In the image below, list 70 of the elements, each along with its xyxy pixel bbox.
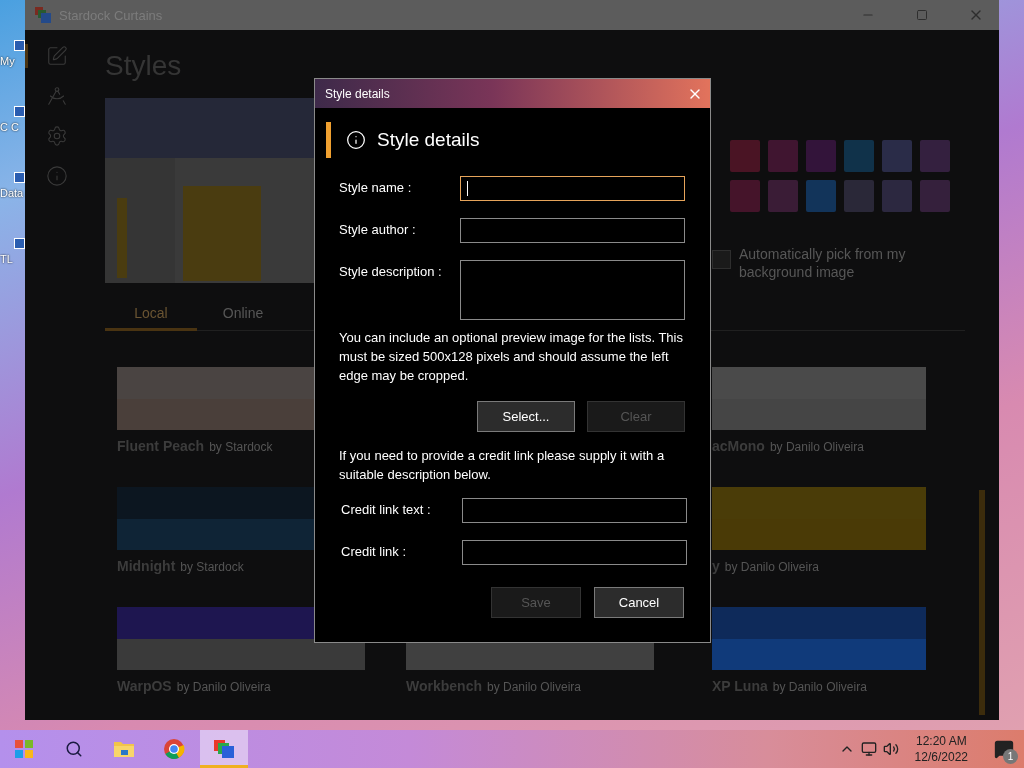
dialog-heading: Style details: [377, 129, 480, 151]
maximize-icon[interactable]: [916, 9, 928, 21]
field-label: Style description :: [339, 263, 443, 281]
folder-icon: [113, 739, 135, 759]
shortcut-icon[interactable]: [14, 106, 25, 117]
style-author: by Danilo Oliveira: [769, 440, 864, 454]
search-icon: [65, 740, 83, 758]
field-label: Credit link text :: [341, 501, 432, 519]
style-author: by Danilo Oliveira: [176, 680, 271, 694]
tab[interactable]: Local: [105, 297, 197, 331]
input-field[interactable]: [462, 498, 687, 523]
style-preview[interactable]: [712, 367, 926, 430]
drafting-compass-icon: [45, 85, 68, 107]
color-swatch[interactable]: [730, 140, 760, 172]
style-preview[interactable]: [712, 607, 926, 670]
scrollbar-thumb[interactable]: [979, 490, 985, 715]
notification-button[interactable]: 1: [984, 730, 1024, 768]
color-swatch[interactable]: [768, 140, 798, 172]
input-field[interactable]: [460, 218, 685, 243]
style-author: by Danilo Oliveira: [772, 680, 867, 694]
clock[interactable]: 12:20 AM 12/6/2022: [904, 733, 978, 765]
field-label: Style author :: [339, 221, 417, 239]
style-author: by Danilo Oliveira: [487, 680, 582, 694]
color-swatch[interactable]: [806, 140, 836, 172]
shortcut-icon[interactable]: [14, 238, 25, 249]
info-icon: [45, 165, 68, 187]
color-swatch[interactable]: [730, 180, 760, 212]
volume-icon[interactable]: [882, 741, 899, 757]
style-author: by Stardock: [209, 440, 273, 454]
dialog-button[interactable]: Select...: [477, 401, 575, 432]
color-swatch[interactable]: [844, 140, 874, 172]
style-author: by Danilo Oliveira: [724, 560, 819, 574]
stacked-windows-icon: [35, 7, 51, 23]
accent-bar: [326, 122, 331, 158]
field-label: Style name :: [339, 179, 413, 197]
color-swatch[interactable]: [920, 140, 950, 172]
browser-icon: [163, 738, 185, 760]
color-swatch[interactable]: [844, 180, 874, 212]
input-field[interactable]: [460, 176, 685, 201]
color-swatch[interactable]: [806, 180, 836, 212]
desktop-icon-label[interactable]: Data: [0, 186, 25, 200]
network-icon[interactable]: [860, 741, 877, 757]
input-field[interactable]: [462, 540, 687, 565]
info-icon: [346, 130, 366, 150]
dialog-button[interactable]: Cancel: [594, 587, 684, 618]
settings-icon: [45, 125, 68, 147]
style-preview[interactable]: [712, 487, 926, 550]
color-swatch[interactable]: [882, 180, 912, 212]
checkbox-label: Automatically pick from my background image: [739, 245, 907, 281]
pen-square-icon: [45, 45, 68, 67]
tab[interactable]: Online: [197, 297, 289, 331]
desktop-icon-label[interactable]: My: [0, 54, 25, 68]
taskbar-button[interactable]: [200, 730, 248, 768]
color-swatch[interactable]: [920, 180, 950, 212]
style-author: by Stardock: [180, 560, 244, 574]
shortcut-icon[interactable]: [14, 40, 25, 51]
checkbox[interactable]: [712, 250, 731, 269]
dialog-title: Style details: [325, 86, 391, 101]
credit-note: If you need to provide a credit link please supply it with a suitable description below.: [338, 447, 666, 484]
shortcut-icon[interactable]: [14, 172, 25, 183]
four-squares-icon: [15, 740, 33, 758]
desktop-icon-label[interactable]: TL: [0, 252, 25, 266]
stacked-windows-icon: [213, 739, 235, 759]
color-swatch[interactable]: [882, 140, 912, 172]
notification-count: 1: [1003, 749, 1018, 764]
preview-note: You can include an optional preview image for the lists. This must be sized 500x128 pixels and should assume the left edge may be cropped.: [338, 329, 684, 385]
color-swatch[interactable]: [768, 180, 798, 212]
desktop-icon-label[interactable]: C C: [0, 120, 25, 134]
field-label: Credit link :: [341, 543, 408, 561]
text-area[interactable]: [460, 260, 685, 320]
